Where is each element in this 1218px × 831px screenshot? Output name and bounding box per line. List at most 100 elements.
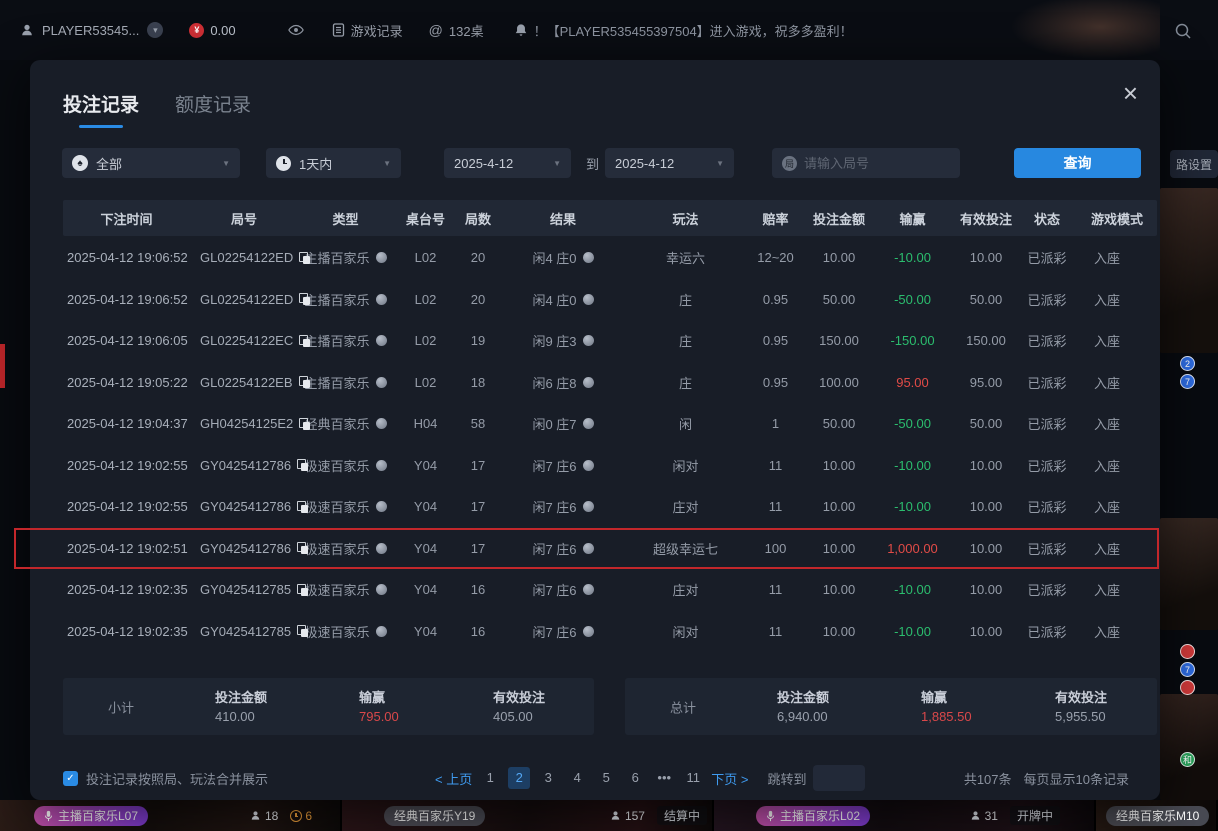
route-settings-button[interactable]: 路设置 [1170, 150, 1218, 178]
page-number[interactable]: 1 [479, 767, 501, 789]
cell-game-mode: 入座 [1077, 528, 1157, 570]
cell-bet-time: 2025-04-12 19:06:52 [63, 279, 190, 321]
copy-icon[interactable] [297, 501, 308, 513]
table-row[interactable]: 2025-04-12 19:06:52GL02254122ED主播百家乐L022… [63, 237, 1157, 279]
table-row[interactable]: 2025-04-12 19:04:37GH04254125E2经典百家乐H045… [63, 403, 1157, 445]
page-number[interactable]: 2 [508, 767, 530, 789]
page-number[interactable]: 11 [682, 767, 704, 789]
subtotal-valid-label: 有效投注 [493, 687, 545, 706]
search-button[interactable] [1174, 22, 1192, 43]
video-thumbnail[interactable]: 主播百家乐L07186 [0, 800, 340, 831]
copy-icon[interactable] [299, 252, 310, 264]
table-name-pill: 主播百家乐L02 [756, 806, 870, 826]
cell-play: 庄对 [628, 569, 743, 611]
total-count: 共107条 [964, 769, 1012, 788]
table-row[interactable]: 2025-04-12 19:02:51GY0425412786极速百家乐Y041… [63, 528, 1157, 570]
cell-table-no: Y04 [393, 486, 458, 528]
table-row[interactable]: 2025-04-12 19:02:35GY0425412785极速百家乐Y041… [63, 611, 1157, 653]
video-thumbnail[interactable]: 经典百家乐Y19157结算中 [342, 800, 712, 831]
table-row[interactable]: 2025-04-12 19:06:05GL02254122EC主播百家乐L021… [63, 320, 1157, 362]
close-icon[interactable]: × [1123, 80, 1138, 106]
game-type-text: 主播百家乐 [304, 373, 369, 392]
cell-table-no: L02 [393, 237, 458, 279]
table-row[interactable]: 2025-04-12 19:02:55GY0425412786极速百家乐Y041… [63, 445, 1157, 487]
page-number[interactable]: 3 [537, 767, 559, 789]
time-range-select[interactable]: 1天内 ▼ [266, 148, 401, 178]
date-from-picker[interactable]: 2025-4-12 ▼ [444, 148, 571, 178]
page-number[interactable]: ••• [653, 767, 675, 789]
next-page-button[interactable]: 下页 > [711, 769, 748, 788]
cell-round-no: 17 [458, 445, 498, 487]
copy-icon[interactable] [299, 293, 310, 305]
round-search-input[interactable] [804, 156, 934, 171]
video-thumbnail[interactable]: 主播百家乐L0231开牌中 [714, 800, 1094, 831]
cell-game-type: 极速百家乐 [298, 569, 393, 611]
copy-icon[interactable] [299, 418, 310, 430]
table-row[interactable]: 2025-04-12 19:02:35GY0425412785极速百家乐Y041… [63, 569, 1157, 611]
cell-game-type: 极速百家乐 [298, 486, 393, 528]
cell-table-no: H04 [393, 403, 458, 445]
result-text: 闲7 庄6 [532, 497, 576, 516]
time-range-value: 1天内 [299, 154, 332, 173]
copy-icon[interactable] [297, 584, 308, 596]
date-to-picker[interactable]: 2025-4-12 ▼ [605, 148, 734, 178]
side-video-thumbnail[interactable] [1160, 188, 1218, 353]
round-id-text: GL02254122ED [200, 250, 293, 265]
copy-icon[interactable] [297, 459, 308, 471]
top-bar: PLAYER53545... ▾ ¥ 0.00 游戏记录 @ 132桌 ！【PL… [0, 0, 1218, 60]
tables-link[interactable]: @ 132桌 [429, 21, 484, 40]
query-button[interactable]: 查询 [1014, 148, 1141, 178]
cell-game-type: 主播百家乐 [298, 279, 393, 321]
table-row[interactable]: 2025-04-12 19:06:52GL02254122ED主播百家乐L022… [63, 279, 1157, 321]
bell-icon [514, 23, 528, 37]
result-icon [583, 418, 594, 429]
result-text: 闲7 庄6 [532, 622, 576, 641]
cell-table-no: Y04 [393, 611, 458, 653]
jump-page-input[interactable] [813, 765, 865, 791]
copy-icon[interactable] [297, 542, 308, 554]
date-to-label: 到 [586, 154, 599, 173]
cell-table-no: L02 [393, 362, 458, 404]
side-video-thumbnail[interactable] [1160, 694, 1218, 800]
chevron-down-icon: ▼ [716, 159, 724, 168]
cell-odds: 0.95 [743, 362, 808, 404]
game-records-link[interactable]: 游戏记录 [332, 21, 403, 40]
tab-credit-records[interactable]: 额度记录 [175, 90, 251, 117]
result-text: 闲7 庄6 [532, 580, 576, 599]
cell-round-no: 20 [458, 279, 498, 321]
checkbox-checked-icon[interactable]: ✓ [63, 771, 78, 786]
video-thumbnail[interactable]: 经典百家乐M10 [1096, 800, 1216, 831]
cell-game-mode: 入座 [1077, 445, 1157, 487]
cell-round-id: GL02254122ED [190, 237, 298, 279]
per-page-info: 每页显示10条记录 [1024, 769, 1129, 788]
tab-bet-records[interactable]: 投注记录 [63, 90, 139, 117]
page-number[interactable]: 5 [595, 767, 617, 789]
account-menu[interactable]: PLAYER53545... ▾ [20, 22, 163, 38]
page-number[interactable]: 6 [624, 767, 646, 789]
table-row[interactable]: 2025-04-12 19:05:22GL02254122EB主播百家乐L021… [63, 362, 1157, 404]
copy-icon[interactable] [299, 335, 310, 347]
round-tag-icon: 局 [782, 156, 797, 171]
round-status-badge: 开牌中 [1010, 806, 1060, 825]
prev-page-button[interactable]: < 上页 [435, 769, 472, 788]
game-type-select[interactable]: ♠ 全部 ▼ [62, 148, 240, 178]
cell-table-no: L02 [393, 320, 458, 362]
merge-toggle[interactable]: ✓ 投注记录按照局、玩法合并展示 [63, 769, 268, 788]
cell-play: 庄对 [628, 486, 743, 528]
balance-value: 0.00 [210, 23, 235, 38]
toggle-balance-visibility[interactable] [288, 24, 304, 36]
clock-icon [290, 810, 302, 822]
cell-bet-amount: 10.00 [808, 569, 870, 611]
bead-badge: 和 [1180, 752, 1195, 767]
copy-icon[interactable] [299, 376, 310, 388]
cell-win-loss: -10.00 [870, 569, 955, 611]
round-id-text: GY0425412786 [200, 458, 291, 473]
table-row[interactable]: 2025-04-12 19:02:55GY0425412786极速百家乐Y041… [63, 486, 1157, 528]
result-icon [583, 294, 594, 305]
cell-status: 已派彩 [1017, 362, 1077, 404]
page-number[interactable]: 4 [566, 767, 588, 789]
side-video-thumbnail[interactable] [1160, 518, 1218, 630]
round-id-text: GY0425412785 [200, 582, 291, 597]
cell-result: 闲7 庄6 [498, 569, 628, 611]
copy-icon[interactable] [297, 625, 308, 637]
